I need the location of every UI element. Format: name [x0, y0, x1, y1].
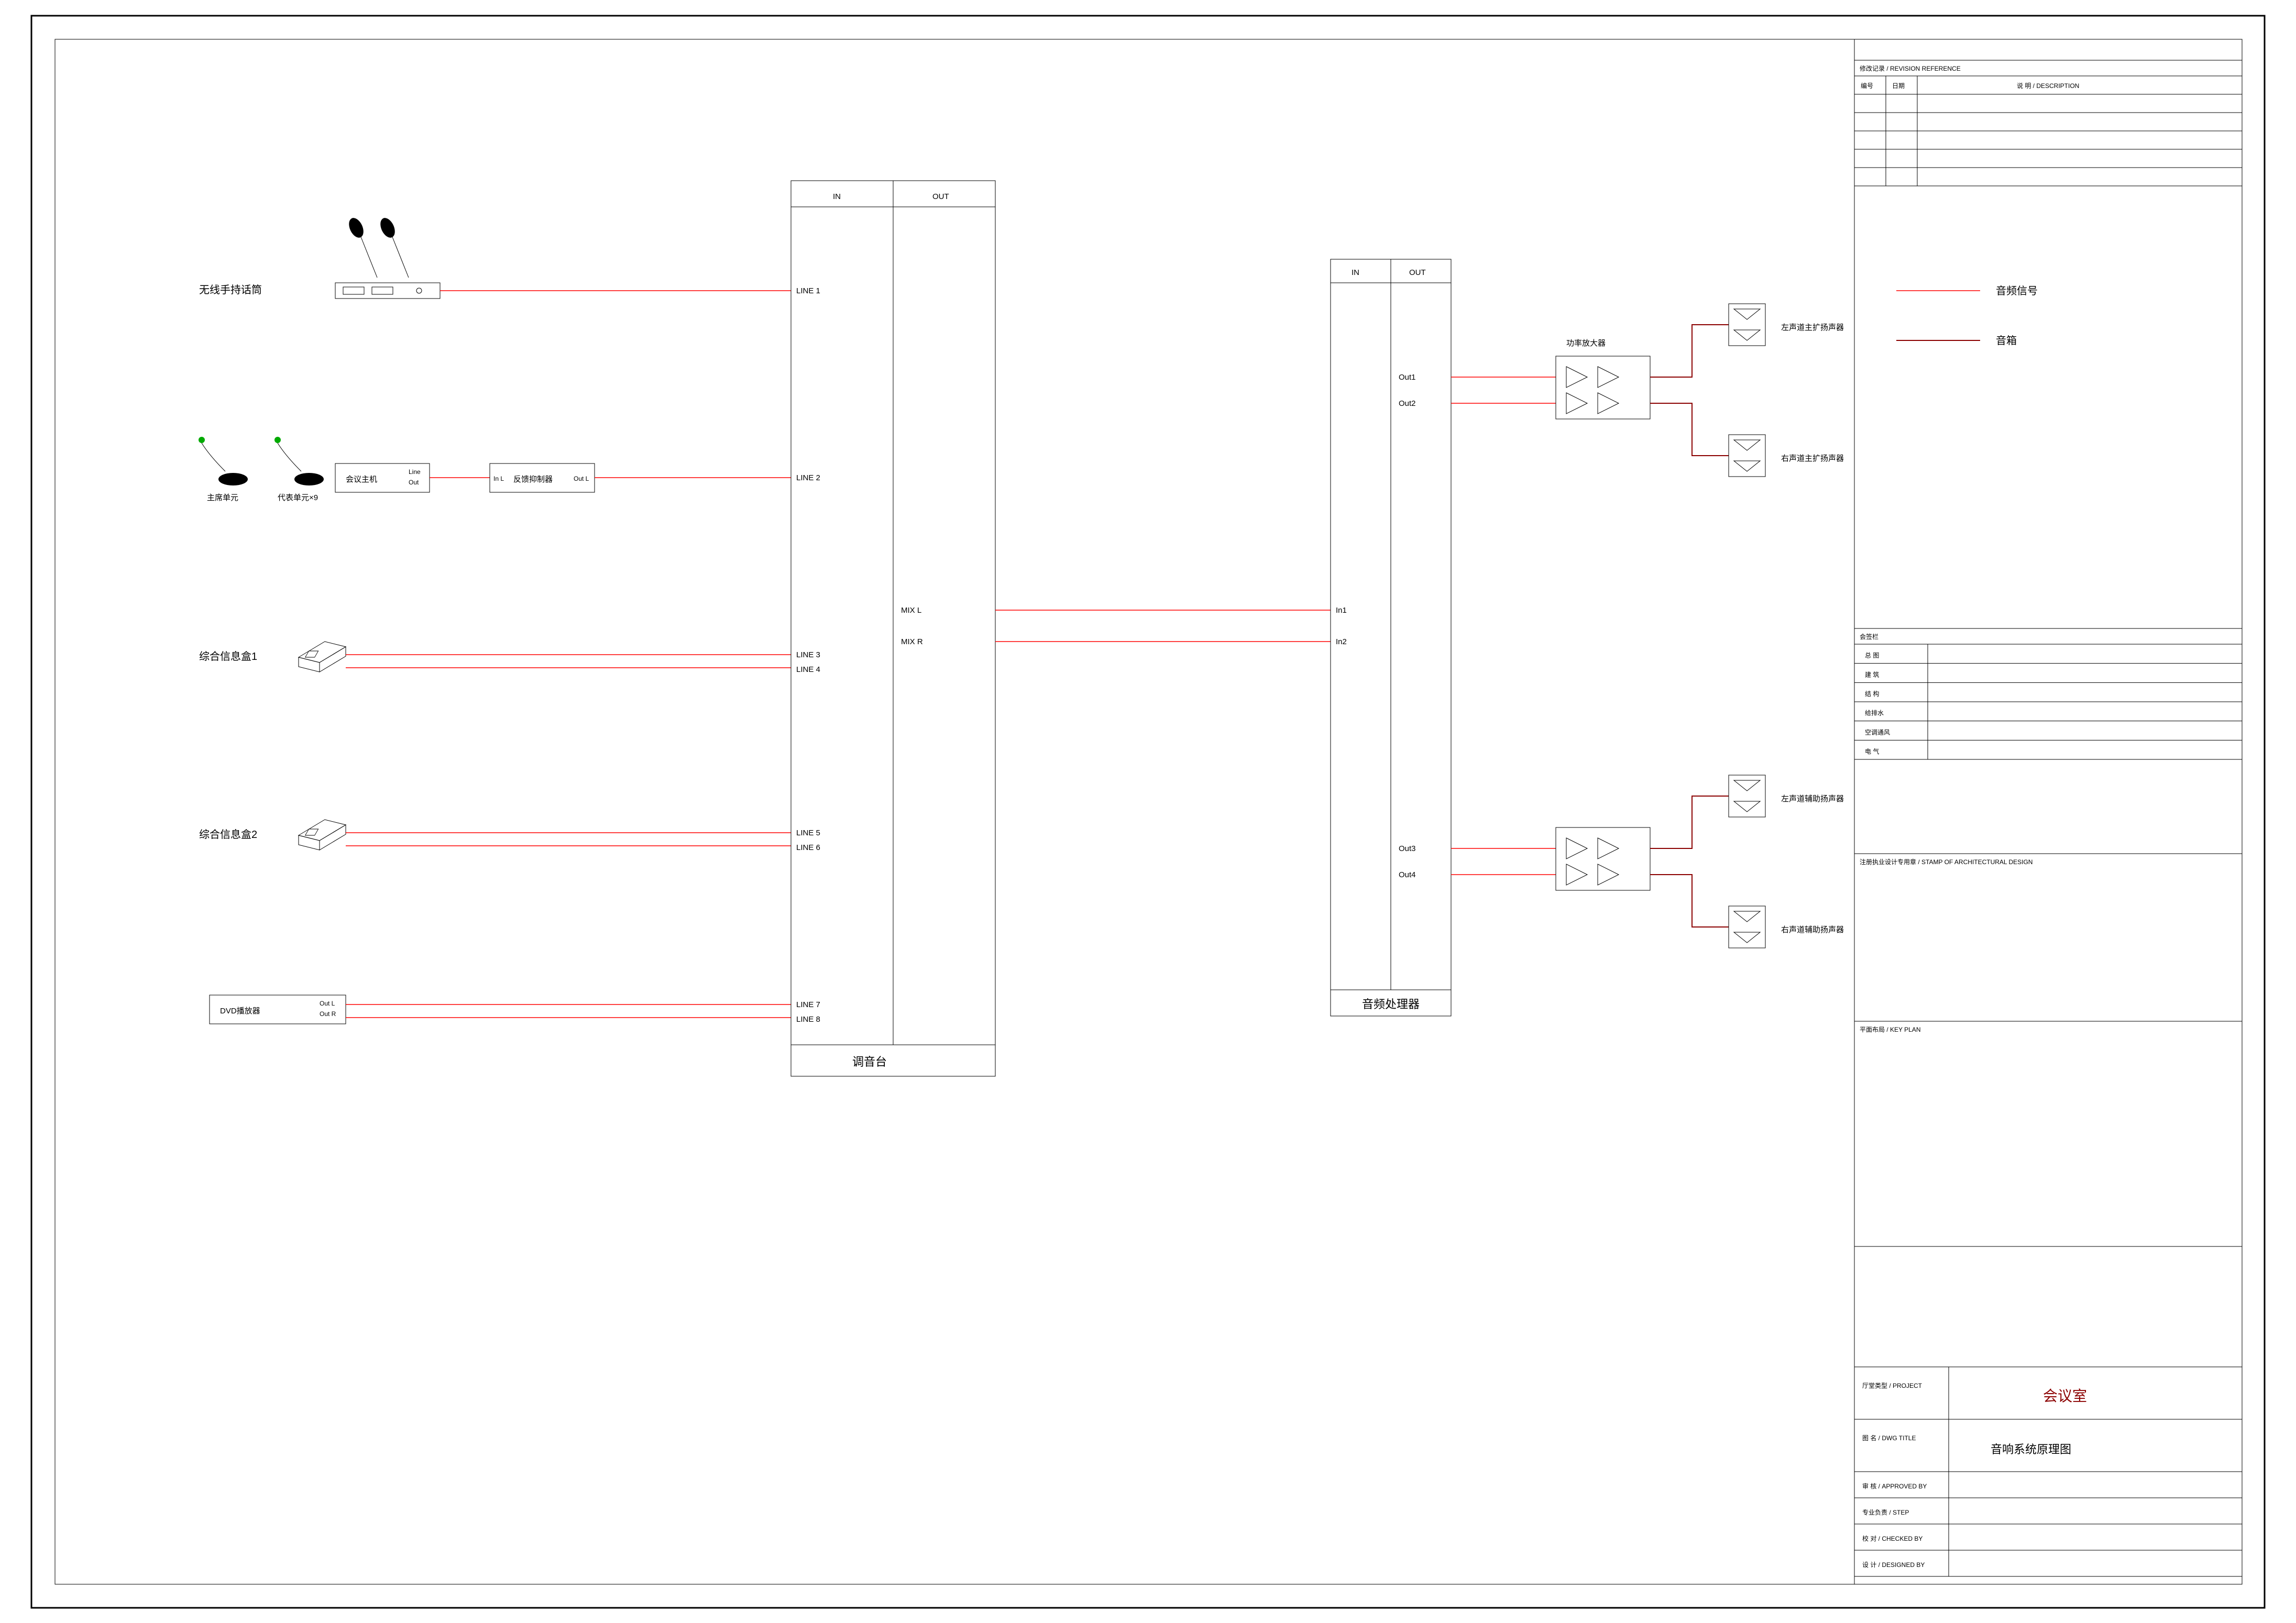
svg-text:Out3: Out3: [1399, 844, 1416, 853]
svg-text:注册执业设计专用章 / STAMP OF ARCHITECT: 注册执业设计专用章 / STAMP OF ARCHITECTURAL DESIG…: [1860, 858, 2033, 866]
sign-row: 建 筑: [1865, 670, 1879, 678]
svg-text:LINE 1: LINE 1: [796, 286, 820, 295]
svg-text:Out2: Out2: [1399, 399, 1416, 408]
svg-text:Out: Out: [409, 479, 419, 486]
svg-text:LINE 6: LINE 6: [796, 843, 820, 852]
svg-text:OUT: OUT: [1409, 268, 1426, 277]
svg-text:In L: In L: [493, 475, 504, 482]
sign-row: 总 图: [1865, 652, 1879, 659]
dwg-value: 音响系统原理图: [1991, 1443, 2071, 1456]
sign-row: 空调通风: [1865, 728, 1890, 736]
processor-title: 音频处理器: [1362, 998, 1420, 1011]
svg-text:审 核 / APPROVED BY: 审 核 / APPROVED BY: [1862, 1482, 1927, 1490]
svg-text:厅堂类型 / PROJECT: 厅堂类型 / PROJECT: [1862, 1382, 1923, 1389]
info-box1-icon: [299, 642, 346, 672]
spk-aux-L-label: 左声道辅助扬声器: [1781, 794, 1844, 803]
project-value: 会议室: [2043, 1388, 2087, 1404]
svg-text:平面布局 / KEY PLAN: 平面布局 / KEY PLAN: [1860, 1026, 1920, 1033]
svg-text:OUT: OUT: [932, 192, 949, 201]
wireless-mic-icon: [335, 216, 440, 299]
spk-main-L-label: 左声道主扩扬声器: [1781, 323, 1844, 332]
svg-text:修改记录 / REVISION REFERENCE: 修改记录 / REVISION REFERENCE: [1860, 64, 1961, 72]
svg-text:LINE 8: LINE 8: [796, 1015, 820, 1024]
sign-row: 给排水: [1865, 710, 1884, 717]
delegate-unit-label: 代表单元×9: [278, 493, 318, 502]
svg-text:Out R: Out R: [320, 1010, 336, 1018]
wireless-mic-label: 无线手持话筒: [199, 284, 262, 296]
speaker-aux-L-icon: [1729, 775, 1765, 817]
amp-bottom-box: [1556, 827, 1650, 890]
svg-text:会签栏: 会签栏: [1860, 633, 1878, 641]
sign-row: 电 气: [1865, 747, 1879, 755]
svg-text:IN: IN: [833, 192, 841, 201]
amp-top-box: [1556, 356, 1650, 419]
feedback-label: 反馈抑制器: [513, 475, 553, 484]
svg-text:编号: 编号: [1861, 82, 1873, 90]
legend-audio: 音频信号: [1996, 285, 2038, 297]
svg-text:LINE 7: LINE 7: [796, 1000, 820, 1009]
svg-text:专业负责 / STEP: 专业负责 / STEP: [1862, 1508, 1909, 1516]
svg-text:说 明 / DESCRIPTION: 说 明 / DESCRIPTION: [2017, 82, 2079, 90]
svg-text:LINE 4: LINE 4: [796, 665, 820, 674]
audio-system-diagram: 无线手持话筒 主席单元 代表单元×9 会议主机 Line Out In L 反馈…: [0, 0, 2296, 1623]
svg-text:Out1: Out1: [1399, 373, 1416, 382]
info-box1-label: 综合信息盒1: [199, 650, 257, 663]
speaker-main-L-icon: [1729, 304, 1765, 346]
svg-text:LINE 5: LINE 5: [796, 829, 820, 837]
info-box2-label: 综合信息盒2: [199, 829, 257, 841]
info-box2-icon: [299, 820, 346, 850]
speaker-aux-R-icon: [1729, 906, 1765, 948]
svg-text:In2: In2: [1336, 637, 1347, 646]
svg-text:In1: In1: [1336, 606, 1347, 615]
spk-aux-R-label: 右声道辅助扬声器: [1781, 925, 1844, 934]
svg-text:日期: 日期: [1892, 82, 1905, 90]
legend-speaker: 音箱: [1996, 335, 2017, 347]
speaker-main-R-icon: [1729, 435, 1765, 477]
amp-triangle-icon: [1566, 367, 1619, 414]
svg-text:MIX R: MIX R: [901, 637, 923, 646]
titleblock: 修改记录 / REVISION REFERENCE 编号 日期 说 明 / DE…: [1854, 60, 2242, 1576]
spk-main-R-label: 右声道主扩扬声器: [1781, 454, 1844, 463]
svg-text:LINE 2: LINE 2: [796, 473, 820, 482]
chairman-unit-label: 主席单元: [207, 493, 238, 502]
processor-block: IN OUT 音频处理器 In1 In2 Out1 Out2 Out3 Out4: [1331, 259, 1451, 1016]
svg-text:MIX L: MIX L: [901, 606, 921, 615]
svg-text:校 对 / CHECKED BY: 校 对 / CHECKED BY: [1862, 1534, 1923, 1542]
mixer-block: IN OUT 调音台 LINE 1 LINE 2 LINE 3 LINE 4 L…: [791, 181, 995, 1076]
svg-text:Line: Line: [409, 468, 421, 476]
svg-text:Out L: Out L: [574, 475, 589, 482]
svg-text:设 计 / DESIGNED BY: 设 计 / DESIGNED BY: [1862, 1561, 1925, 1569]
svg-text:IN: IN: [1352, 268, 1359, 277]
svg-text:图 名 / DWG TITLE: 图 名 / DWG TITLE: [1862, 1434, 1916, 1442]
svg-text:Out L: Out L: [320, 1000, 335, 1007]
svg-text:Out4: Out4: [1399, 870, 1416, 879]
amp-triangle-icon-2: [1566, 838, 1619, 885]
svg-text:LINE 3: LINE 3: [796, 650, 820, 659]
conf-mic-icon: [199, 437, 324, 485]
mixer-title: 调音台: [852, 1055, 887, 1068]
power-amp-label-top: 功率放大器: [1566, 339, 1606, 348]
conf-host-label: 会议主机: [346, 475, 377, 484]
dvd-label: DVD播放器: [220, 1007, 260, 1015]
sign-row: 结 构: [1865, 690, 1879, 698]
